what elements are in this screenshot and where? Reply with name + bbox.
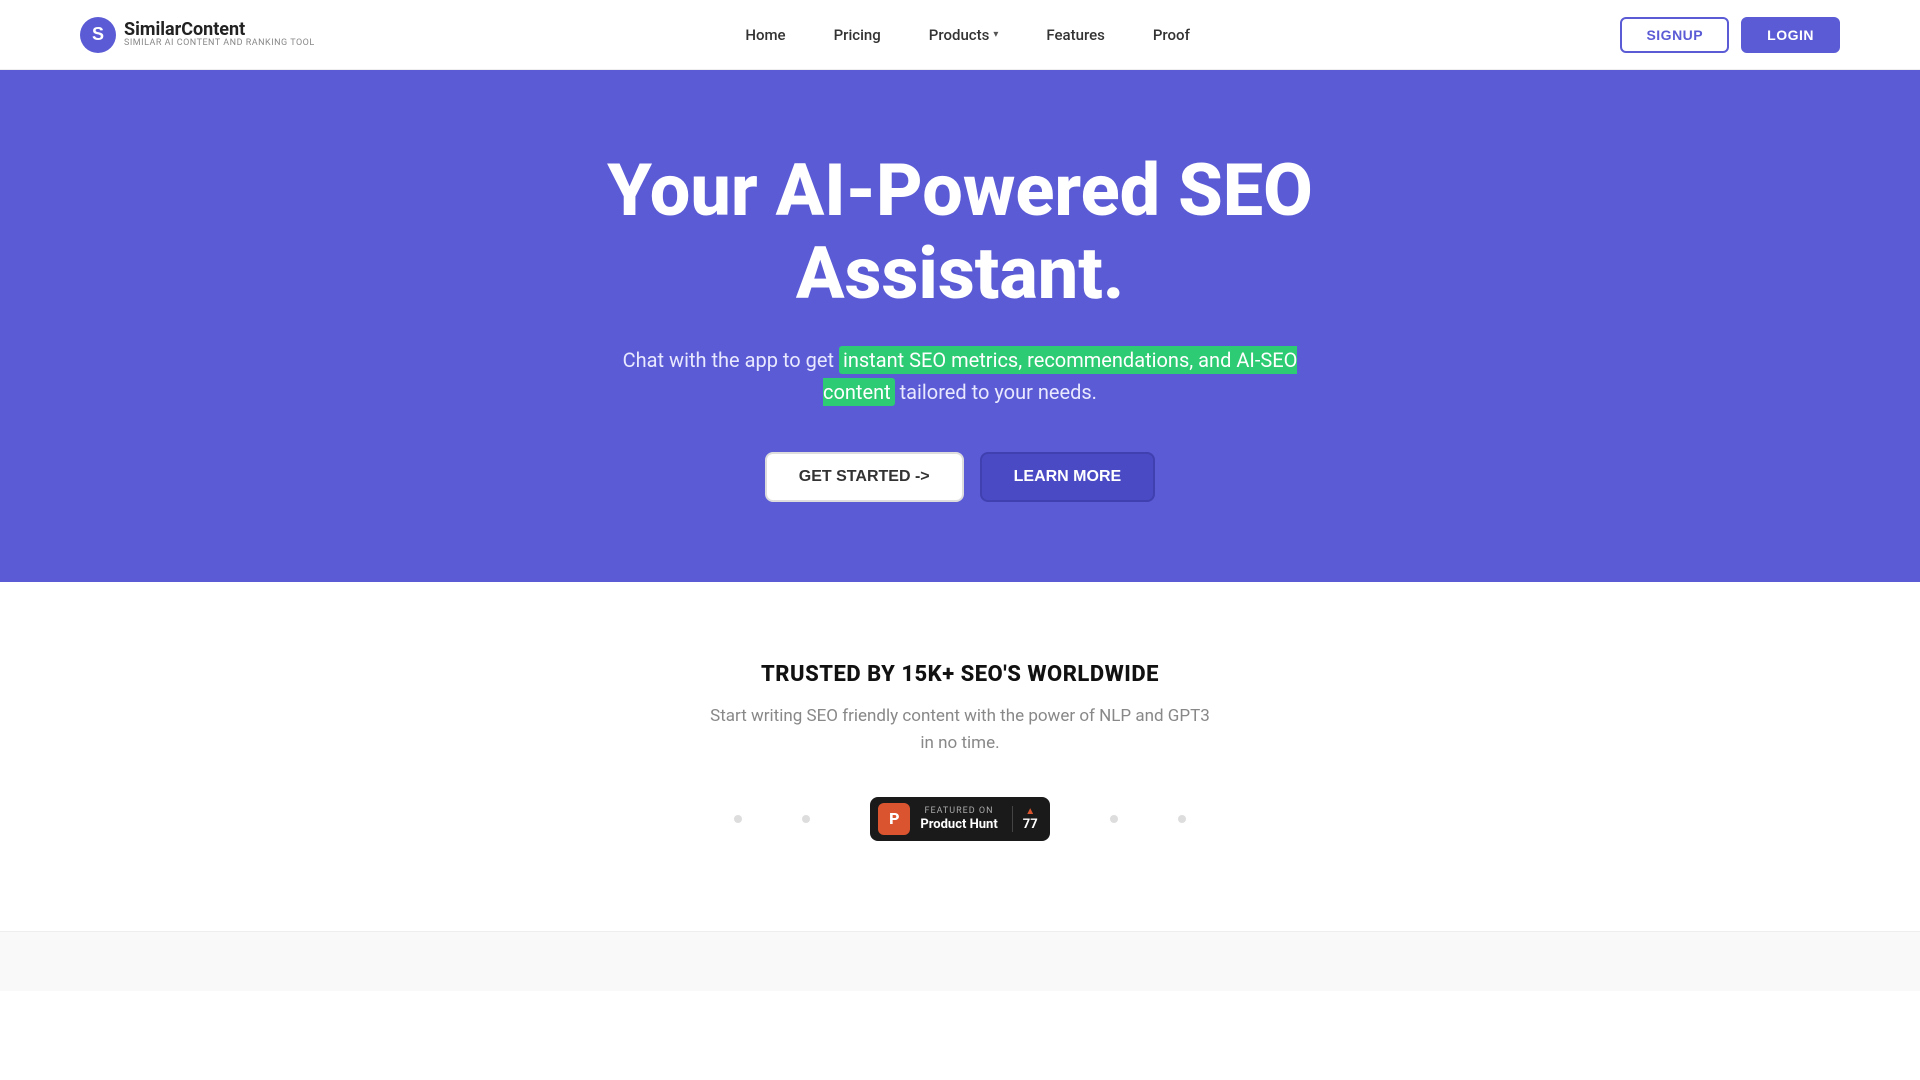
logo-icon: S xyxy=(80,17,116,53)
hero-title: Your AI-Powered SEO Assistant. xyxy=(510,150,1410,316)
signup-button[interactable]: SIGNUP xyxy=(1620,17,1729,53)
product-hunt-badge[interactable]: P FEATURED ON Product Hunt ▲ 77 xyxy=(870,797,1049,841)
product-hunt-logo: P xyxy=(878,803,910,835)
badge-dot-3 xyxy=(1110,815,1118,823)
hero-buttons: GET STARTED -> LEARN MORE xyxy=(765,452,1155,502)
badge-dot-2 xyxy=(802,815,810,823)
trusted-title: TRUSTED BY 15K+ SEO'S WORLDWIDE xyxy=(761,662,1159,687)
main-nav: Home Pricing Products ▾ Features Proof xyxy=(745,25,1190,44)
hero-subtitle: Chat with the app to get instant SEO met… xyxy=(610,344,1310,408)
bottom-bar xyxy=(0,931,1920,991)
navbar: S SimilarContent SIMILAR AI CONTENT AND … xyxy=(0,0,1920,70)
ph-name: Product Hunt xyxy=(920,817,997,833)
hero-section: Your AI-Powered SEO Assistant. Chat with… xyxy=(0,70,1920,582)
badge-dot-1 xyxy=(734,815,742,823)
nav-home[interactable]: Home xyxy=(745,26,785,44)
nav-pricing[interactable]: Pricing xyxy=(834,26,881,44)
trusted-subtitle-line2: in no time. xyxy=(920,733,999,753)
login-button[interactable]: LOGIN xyxy=(1741,17,1840,53)
nav-proof[interactable]: Proof xyxy=(1153,26,1190,44)
logo[interactable]: S SimilarContent SIMILAR AI CONTENT AND … xyxy=(80,17,315,53)
badges-row: P FEATURED ON Product Hunt ▲ 77 xyxy=(734,797,1185,841)
svg-text:S: S xyxy=(92,24,104,44)
nav-features[interactable]: Features xyxy=(1046,26,1104,44)
trusted-subtitle-line1: Start writing SEO friendly content with … xyxy=(710,706,1210,726)
trusted-subtitle: Start writing SEO friendly content with … xyxy=(710,703,1210,757)
hero-subtitle-before: Chat with the app to get xyxy=(623,348,839,372)
badge-dot-4 xyxy=(1178,815,1186,823)
hero-subtitle-after: tailored to your needs. xyxy=(895,380,1097,404)
nav-products-link[interactable]: Products xyxy=(929,26,990,44)
ph-arrow-icon: ▲ xyxy=(1025,806,1035,817)
ph-vote-count: 77 xyxy=(1023,817,1038,832)
brand-subtitle: SIMILAR AI CONTENT AND RANKING TOOL xyxy=(124,39,315,49)
learn-more-button[interactable]: LEARN MORE xyxy=(980,452,1156,502)
get-started-button[interactable]: GET STARTED -> xyxy=(765,452,964,502)
navbar-actions: SIGNUP LOGIN xyxy=(1620,17,1840,53)
nav-products[interactable]: Products ▾ xyxy=(929,26,999,44)
trusted-section: TRUSTED BY 15K+ SEO'S WORLDWIDE Start wr… xyxy=(0,582,1920,931)
ph-votes: ▲ 77 xyxy=(1012,806,1038,832)
product-hunt-text: FEATURED ON Product Hunt xyxy=(920,806,997,832)
chevron-down-icon: ▾ xyxy=(993,29,998,40)
ph-featured-label: FEATURED ON xyxy=(920,806,997,817)
brand-name: SimilarContent xyxy=(124,20,315,40)
